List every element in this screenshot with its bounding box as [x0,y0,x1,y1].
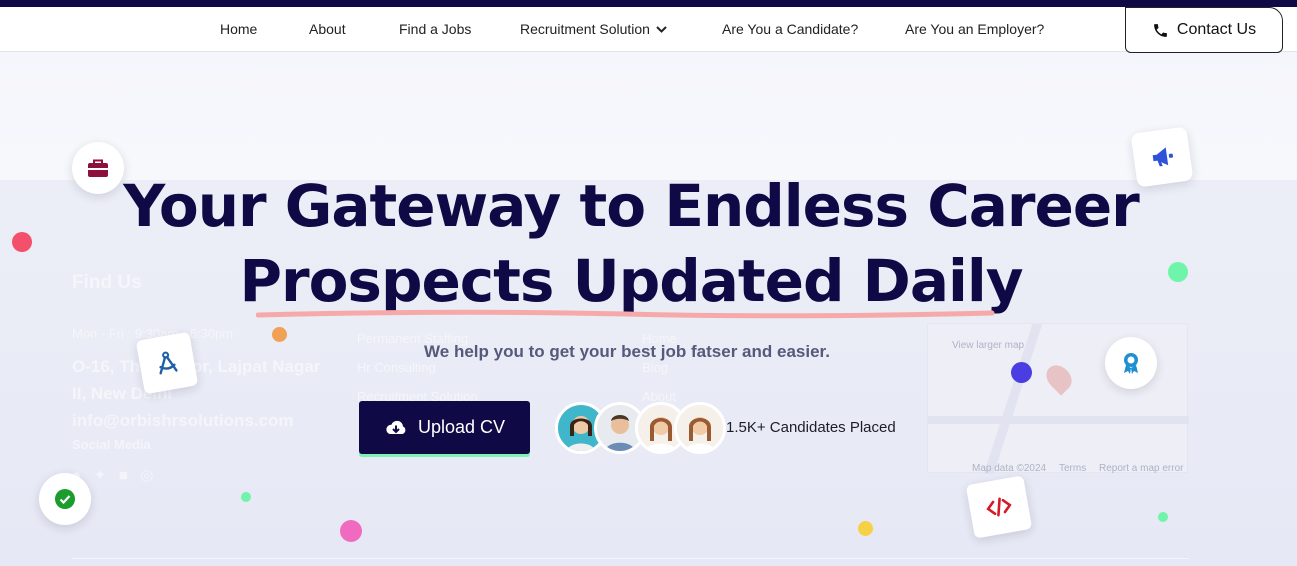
phone-icon [1154,23,1167,37]
nav-home[interactable]: Home [220,21,257,37]
compass-card [135,331,199,395]
nav-recruitment-solution[interactable]: Recruitment Solution [520,21,667,37]
decor-dot [241,492,251,502]
decor-dot [1011,362,1032,383]
decor-dot [1158,512,1168,522]
map-data: Map data ©2024 [972,463,1047,474]
code-icon [986,497,1012,517]
check-circle-icon [55,489,75,509]
decor-dot [1168,262,1188,282]
ghost-link-2: Blog [642,360,669,375]
hero-title-line-1: Your Gateway to Endless Career [123,172,1140,240]
nav-candidate[interactable]: Are You a Candidate? [722,21,858,37]
decor-dot [858,521,873,536]
decor-dot [272,327,287,342]
upload-cv-label: Upload CV [417,417,506,437]
hero-title-line-2: Prospects Updated Daily [239,247,1023,315]
nav-about[interactable]: About [309,21,346,37]
top-accent-bar [0,0,1297,7]
map-report: Report a map error [1099,463,1184,474]
contact-us-label: Contact Us [1176,21,1257,38]
decor-dot [340,520,362,542]
decor-dot [12,232,32,252]
contact-us-button[interactable]: Contact Us [1125,7,1283,53]
nav-employer[interactable]: Are You an Employer? [905,21,1044,37]
footer-divider [72,558,1189,559]
badge-card [1105,337,1157,389]
check-card [39,473,91,525]
avatar [674,402,726,454]
nav-recruitment-label: Recruitment Solution [520,21,650,37]
award-badge-icon [1124,353,1138,374]
hero-top-band [0,52,1297,180]
title-underline [256,309,995,319]
chevron-down-icon [656,26,667,33]
code-card [965,475,1033,539]
megaphone-icon [1152,147,1174,167]
ghost-email: info@orbishrsolutions.com [72,411,294,430]
map-terms: Terms [1059,463,1087,474]
upload-cv-button[interactable]: Upload CV [359,401,530,454]
briefcase-card [72,142,124,194]
nav-find-jobs[interactable]: Find a Jobs [399,21,471,37]
megaphone-card [1130,126,1194,188]
ghost-social-heading: Social Media [72,437,151,452]
briefcase-icon [88,159,108,177]
candidates-placed-text: 1.5K+ Candidates Placed [726,419,896,436]
cloud-upload-icon [386,420,406,434]
ghost-service-2: Hr Consulting [357,360,436,375]
map-road [928,416,1189,424]
main-nav: Home About Find a Jobs Recruitment Solut… [0,7,1297,53]
map-pin-icon [1041,360,1077,396]
drafting-compass-icon [159,351,178,375]
